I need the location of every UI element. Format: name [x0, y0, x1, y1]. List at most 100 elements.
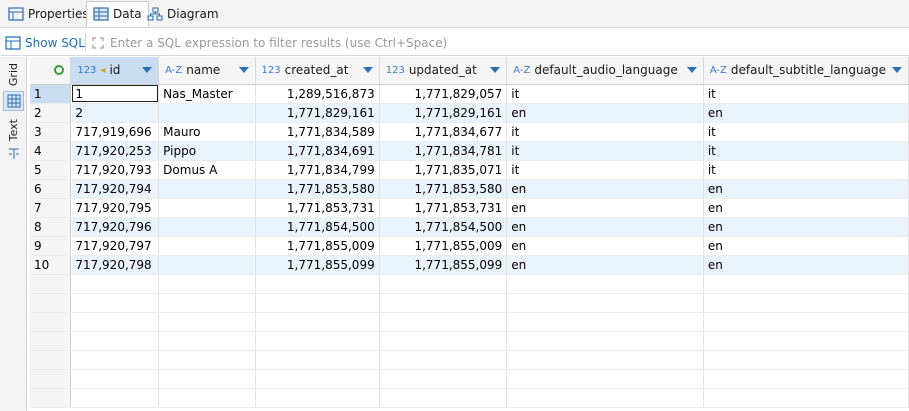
cell-created-at[interactable]: 1,771,829,161: [255, 103, 380, 123]
cell-created-at[interactable]: 1,771,855,009: [255, 236, 380, 256]
table-row[interactable]: 9 717,920,797 1,771,855,009 1,771,855,009 en…: [30, 236, 909, 256]
cell-id[interactable]: 717,920,797: [70, 236, 160, 256]
row-number[interactable]: 10: [30, 255, 72, 275]
cell-id[interactable]: 1: [70, 84, 160, 104]
filter-input[interactable]: [90, 33, 905, 53]
text-view-button[interactable]: Text: [3, 117, 24, 143]
cell-updated-at[interactable]: 1,771,834,677: [379, 122, 508, 142]
table-row[interactable]: 10 717,920,798 1,771,855,099 1,771,855,099 e…: [30, 255, 909, 275]
cell-default-subtitle-language[interactable]: en: [703, 103, 909, 123]
cell-name[interactable]: [158, 255, 256, 275]
cell-updated-at[interactable]: 1,771,853,731: [379, 198, 508, 218]
cell-name[interactable]: [158, 236, 256, 256]
cell-created-at[interactable]: 1,771,854,500: [255, 217, 380, 237]
cell-updated-at[interactable]: 1,771,835,071: [379, 160, 508, 180]
sort-dropdown-icon[interactable]: [238, 67, 249, 74]
sort-dropdown-icon[interactable]: [362, 67, 373, 74]
cell-name[interactable]: Nas_Master: [158, 84, 256, 104]
sort-dropdown-icon[interactable]: [490, 67, 501, 74]
cell-default-audio-language[interactable]: en: [506, 103, 704, 123]
cell-name[interactable]: Pippo: [158, 141, 256, 161]
row-number[interactable]: 9: [30, 236, 72, 256]
tab-data[interactable]: Data: [86, 1, 149, 27]
row-number[interactable]: 8: [30, 217, 72, 237]
table-row[interactable]: 2 2 1,771,829,161 1,771,829,161 en en: [30, 103, 909, 123]
cell-name[interactable]: Mauro: [158, 122, 256, 142]
row-number[interactable]: 3: [30, 122, 72, 142]
cell-created-at[interactable]: 1,771,834,799: [255, 160, 380, 180]
cell-id[interactable]: 717,920,796: [70, 217, 160, 237]
table-row[interactable]: 1 1 Nas_Master 1,289,516,873 1,771,829,057 it…: [30, 84, 909, 104]
cell-default-audio-language[interactable]: en: [506, 236, 704, 256]
column-header-default-audio-language[interactable]: A-Z default_audio_language: [506, 57, 704, 85]
cell-updated-at[interactable]: 1,771,829,057: [379, 84, 508, 104]
cell-created-at[interactable]: 1,771,834,691: [255, 141, 380, 161]
cell-id[interactable]: 717,920,793: [70, 160, 160, 180]
cell-default-subtitle-language[interactable]: it: [703, 141, 909, 161]
cell-default-subtitle-language[interactable]: it: [703, 122, 909, 142]
column-header-id[interactable]: 123 ◂ id: [70, 57, 160, 85]
text-mode-toggle[interactable]: [3, 145, 24, 163]
table-row[interactable]: 8 717,920,796 1,771,854,500 1,771,854,500 en…: [30, 217, 909, 237]
sort-dropdown-icon[interactable]: [142, 67, 153, 74]
cell-default-audio-language[interactable]: en: [506, 255, 704, 275]
row-number[interactable]: 5: [30, 160, 72, 180]
cell-default-audio-language[interactable]: it: [506, 141, 704, 161]
table-row[interactable]: 7 717,920,795 1,771,853,731 1,771,853,731 en…: [30, 198, 909, 218]
sort-dropdown-icon[interactable]: [686, 67, 697, 74]
grid-view-button[interactable]: Grid: [3, 61, 24, 89]
grid-mode-toggle[interactable]: [3, 91, 24, 111]
cell-name[interactable]: [158, 103, 256, 123]
column-header-default-subtitle-language[interactable]: A-Z default_subtitle_language: [703, 57, 909, 85]
row-number[interactable]: 2: [30, 103, 72, 123]
table-row[interactable]: 4 717,920,253 Pippo 1,771,834,691 1,771,834,…: [30, 141, 909, 161]
cell-name[interactable]: Domus A: [158, 160, 256, 180]
sort-dropdown-icon[interactable]: [892, 67, 902, 74]
cell-updated-at[interactable]: 1,771,855,099: [379, 255, 508, 275]
row-number[interactable]: 6: [30, 179, 72, 199]
cell-default-audio-language[interactable]: it: [506, 84, 704, 104]
cell-default-audio-language[interactable]: it: [506, 160, 704, 180]
show-sql-button[interactable]: Show SQL: [5, 33, 85, 53]
cell-id[interactable]: 717,919,696: [70, 122, 160, 142]
cell-name[interactable]: [158, 198, 256, 218]
cell-default-audio-language[interactable]: it: [506, 122, 704, 142]
cell-id[interactable]: 717,920,794: [70, 179, 160, 199]
cell-updated-at[interactable]: 1,771,854,500: [379, 217, 508, 237]
column-header-name[interactable]: A-Z name: [158, 57, 256, 85]
cell-default-subtitle-language[interactable]: en: [703, 255, 909, 275]
cell-default-subtitle-language[interactable]: en: [703, 198, 909, 218]
cell-created-at[interactable]: 1,771,853,731: [255, 198, 380, 218]
row-number[interactable]: 1: [30, 84, 72, 104]
cell-default-audio-language[interactable]: en: [506, 217, 704, 237]
cell-default-subtitle-language[interactable]: en: [703, 236, 909, 256]
cell-id[interactable]: 717,920,798: [70, 255, 160, 275]
row-number[interactable]: 7: [30, 198, 72, 218]
cell-created-at[interactable]: 1,771,853,580: [255, 179, 380, 199]
cell-default-audio-language[interactable]: en: [506, 179, 704, 199]
row-number[interactable]: 4: [30, 141, 72, 161]
cell-created-at[interactable]: 1,771,834,589: [255, 122, 380, 142]
cell-updated-at[interactable]: 1,771,855,009: [379, 236, 508, 256]
table-row[interactable]: 5 717,920,793 Domus A 1,771,834,799 1,771,83…: [30, 160, 909, 180]
tab-properties[interactable]: Properties: [2, 1, 95, 27]
column-header-updated-at[interactable]: 123 updated_at: [379, 57, 508, 85]
cell-default-subtitle-language[interactable]: en: [703, 217, 909, 237]
cell-created-at[interactable]: 1,771,855,099: [255, 255, 380, 275]
table-row[interactable]: 3 717,919,696 Mauro 1,771,834,589 1,771,834,…: [30, 122, 909, 142]
cell-updated-at[interactable]: 1,771,829,161: [379, 103, 508, 123]
cell-name[interactable]: [158, 217, 256, 237]
cell-id[interactable]: 2: [70, 103, 160, 123]
cell-name[interactable]: [158, 179, 256, 199]
cell-updated-at[interactable]: 1,771,853,580: [379, 179, 508, 199]
tab-diagram[interactable]: Diagram: [141, 1, 225, 27]
cell-updated-at[interactable]: 1,771,834,781: [379, 141, 508, 161]
table-row[interactable]: 6 717,920,794 1,771,853,580 1,771,853,580 en…: [30, 179, 909, 199]
cell-id[interactable]: 717,920,795: [70, 198, 160, 218]
cell-created-at[interactable]: 1,289,516,873: [255, 84, 380, 104]
cell-default-audio-language[interactable]: en: [506, 198, 704, 218]
cell-id[interactable]: 717,920,253: [70, 141, 160, 161]
cell-default-subtitle-language[interactable]: it: [703, 160, 909, 180]
cell-default-subtitle-language[interactable]: en: [703, 179, 909, 199]
select-all-corner[interactable]: [30, 57, 72, 85]
